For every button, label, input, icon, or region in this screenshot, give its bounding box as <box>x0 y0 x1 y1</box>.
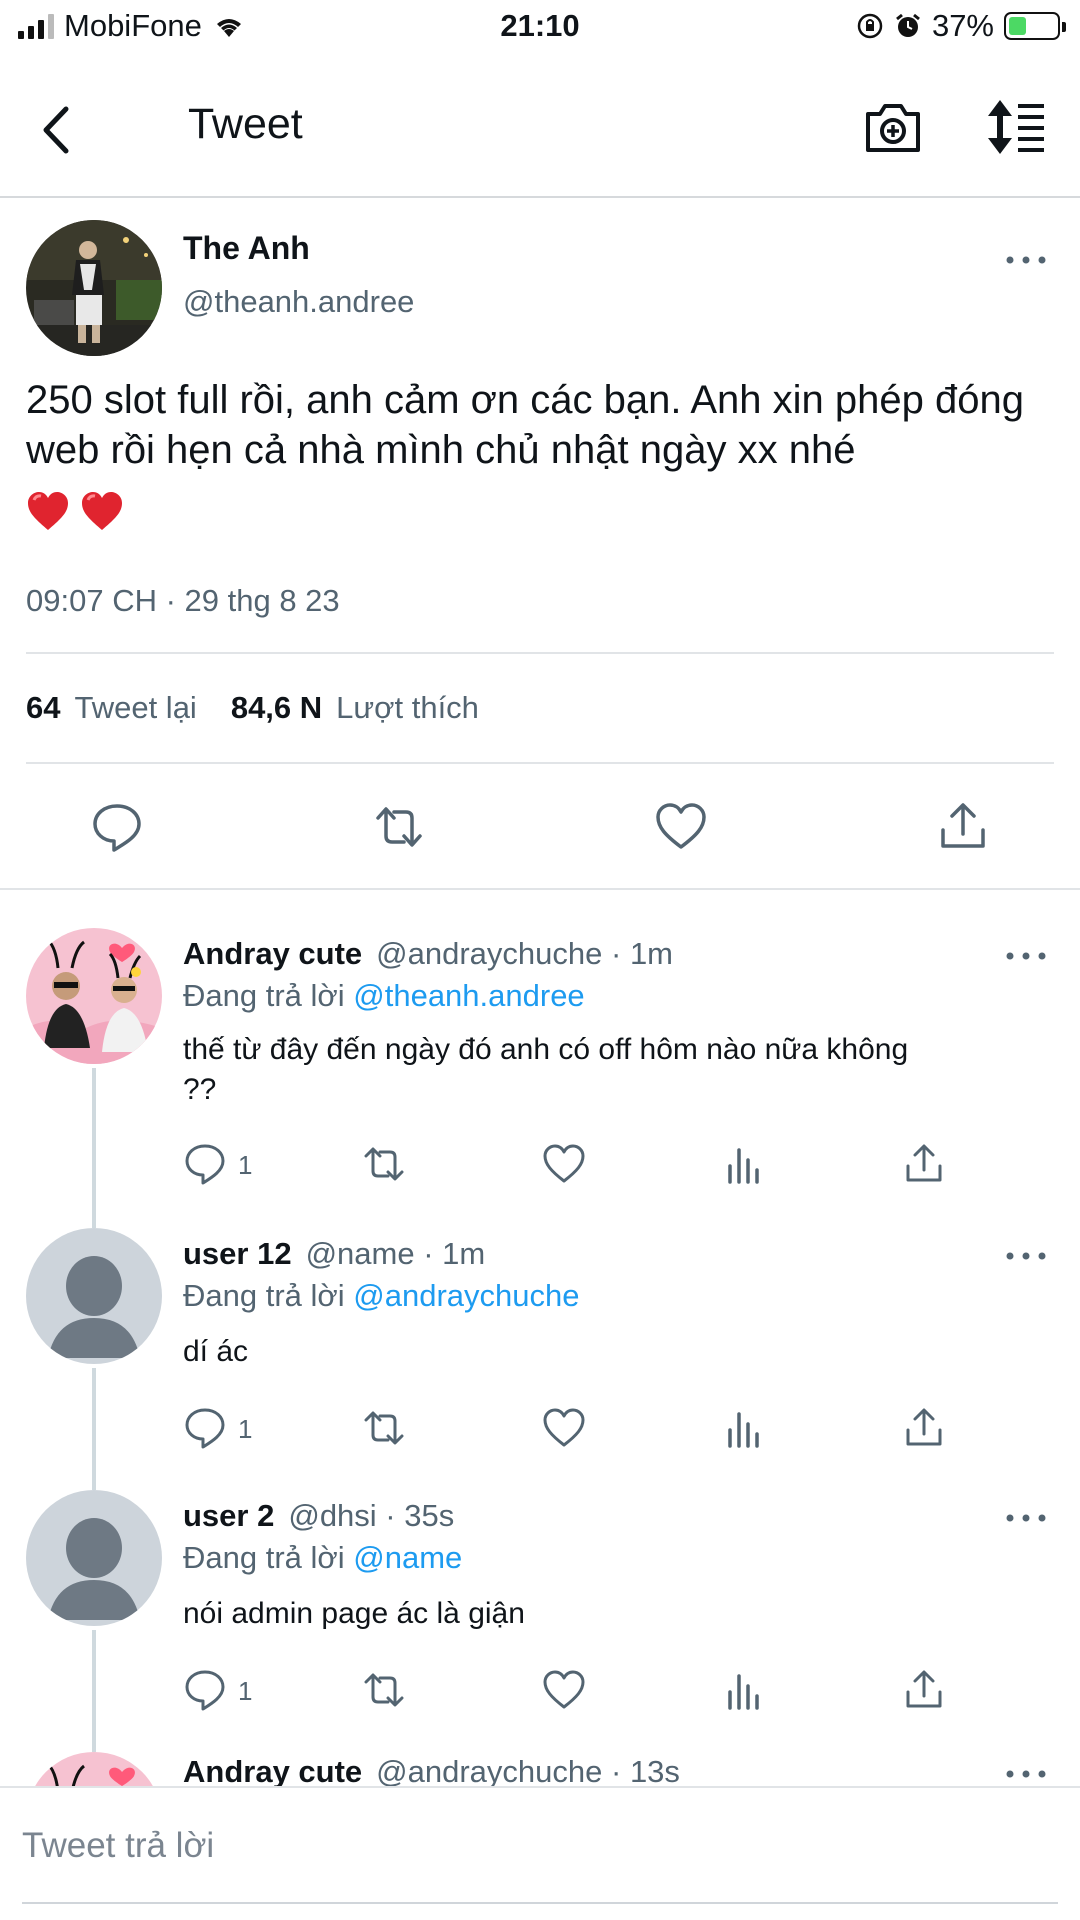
battery-icon <box>1004 12 1066 40</box>
share-icon[interactable] <box>902 1406 946 1450</box>
main-tweet: The Anh @theanh.andree 250 slot full rồi… <box>0 200 1080 890</box>
reply-header: Andray cute @andraychuche · 13s <box>183 1754 680 1790</box>
divider <box>22 1902 1058 1904</box>
red-heart-icon <box>82 492 122 530</box>
page-title: Tweet <box>188 100 303 148</box>
divider <box>26 652 1054 654</box>
reply-text: dí ác <box>183 1335 249 1368</box>
like-icon[interactable] <box>542 1668 586 1712</box>
tweet-timestamp: 09:07 CH · 29 thg 8 23 <box>26 583 340 618</box>
top-nav-bar: Tweet <box>0 70 1080 198</box>
camera-plus-icon[interactable] <box>858 92 928 162</box>
reply-meta: @andraychuche · 13s <box>376 1754 680 1789</box>
reply-header: user 2 @dhsi · 35s <box>183 1498 454 1534</box>
retweet-icon[interactable] <box>362 1668 406 1712</box>
sort-timeline-icon[interactable] <box>980 92 1050 162</box>
reply-meta: @andraychuche · 1m <box>376 936 674 971</box>
tweet-text: 250 slot full rồi, anh cảm ơn các bạn. A… <box>26 378 1024 472</box>
avatar[interactable] <box>26 1490 162 1626</box>
retweet-count[interactable]: 64 <box>26 690 60 726</box>
reply-tweet[interactable]: user 12 @name · 1m Đang trả lời @andraych… <box>0 1228 1080 1490</box>
more-options-icon[interactable] <box>1004 250 1048 270</box>
reply-author-name[interactable]: Andray cute <box>183 1754 362 1789</box>
replying-to: Đang trả lời @theanh.andree <box>183 978 585 1014</box>
author-name[interactable]: The Anh <box>183 230 310 267</box>
mention-link[interactable]: @name <box>353 1540 462 1575</box>
battery-percent: 37% <box>931 8 994 43</box>
reply-meta: @name · 1m <box>305 1236 486 1271</box>
more-options-icon[interactable] <box>1004 946 1048 966</box>
status-bar: MobiFone 21:10 37% <box>0 0 1080 56</box>
share-icon[interactable] <box>902 1142 946 1186</box>
more-options-icon[interactable] <box>1004 1764 1048 1784</box>
reply-count: 1 <box>238 1150 253 1180</box>
retweet-icon[interactable] <box>362 1142 406 1186</box>
status-right: 37% <box>856 8 1066 44</box>
replying-to: Đang trả lời @name <box>183 1540 462 1576</box>
like-icon[interactable] <box>542 1142 586 1186</box>
reply-input-placeholder[interactable]: Tweet trả lời <box>22 1826 214 1866</box>
reply-tweet[interactable]: Andray cute @andraychuche · 1m Đang trả l… <box>0 928 1080 1228</box>
reply-author-name[interactable]: Andray cute <box>183 936 362 971</box>
reply-icon[interactable] <box>183 1668 227 1712</box>
like-icon[interactable] <box>542 1406 586 1450</box>
replying-prefix: Đang trả lời <box>183 1540 345 1575</box>
heart-emojis <box>26 490 124 534</box>
like-label[interactable]: Lượt thích <box>336 690 479 726</box>
reply-count: 1 <box>238 1414 253 1444</box>
reply-actions: 1 <box>0 1668 1080 1718</box>
divider <box>26 762 1054 764</box>
avatar[interactable] <box>26 220 162 356</box>
reply-header: user 12 @name · 1m <box>183 1236 485 1272</box>
reply-composer[interactable]: Tweet trả lời <box>0 1786 1080 1920</box>
reply-tweet[interactable]: user 2 @dhsi · 35s Đang trả lời @name nói… <box>0 1490 1080 1752</box>
replying-prefix: Đang trả lời <box>183 978 345 1013</box>
tweet-stats: 64 Tweet lại 84,6 N Lượt thích <box>26 690 479 726</box>
like-count[interactable]: 84,6 N <box>231 690 322 726</box>
red-heart-icon <box>28 492 68 530</box>
avatar[interactable] <box>26 928 162 1064</box>
alarm-icon <box>896 13 920 37</box>
retweet-icon[interactable] <box>362 1406 406 1450</box>
back-chevron-icon[interactable] <box>30 95 90 165</box>
replying-prefix: Đang trả lời <box>183 1278 345 1313</box>
retweet-icon[interactable] <box>372 800 426 854</box>
tweet-actions <box>0 800 1080 870</box>
share-icon[interactable] <box>902 1668 946 1712</box>
avatar[interactable] <box>26 1228 162 1364</box>
retweet-label[interactable]: Tweet lại <box>74 690 196 726</box>
reply-meta: @dhsi · 35s <box>288 1498 455 1533</box>
rotation-lock-icon <box>857 13 883 39</box>
replying-to: Đang trả lời @andraychuche <box>183 1278 579 1314</box>
analytics-icon[interactable] <box>722 1406 766 1450</box>
mention-link[interactable]: @andraychuche <box>353 1278 579 1313</box>
more-options-icon[interactable] <box>1004 1246 1048 1266</box>
reply-icon[interactable] <box>183 1406 227 1450</box>
reply-actions: 1 <box>0 1142 1080 1192</box>
reply-icon[interactable] <box>90 800 144 854</box>
reply-author-name[interactable]: user 12 <box>183 1236 292 1271</box>
more-options-icon[interactable] <box>1004 1508 1048 1528</box>
analytics-icon[interactable] <box>722 1142 766 1186</box>
author-handle[interactable]: @theanh.andree <box>183 284 414 320</box>
reply-text: nói admin page ác là giận <box>183 1597 525 1630</box>
reply-icon[interactable] <box>183 1142 227 1186</box>
reply-count: 1 <box>238 1676 253 1706</box>
mention-link[interactable]: @theanh.andree <box>353 978 584 1013</box>
analytics-icon[interactable] <box>722 1668 766 1712</box>
reply-text: thế từ đây đến ngày đó anh có off hôm nà… <box>183 1033 909 1106</box>
share-icon[interactable] <box>936 800 990 854</box>
reply-actions: 1 <box>0 1406 1080 1456</box>
reply-author-name[interactable]: user 2 <box>183 1498 274 1533</box>
reply-header: Andray cute @andraychuche · 1m <box>183 936 673 972</box>
like-icon[interactable] <box>654 800 708 854</box>
